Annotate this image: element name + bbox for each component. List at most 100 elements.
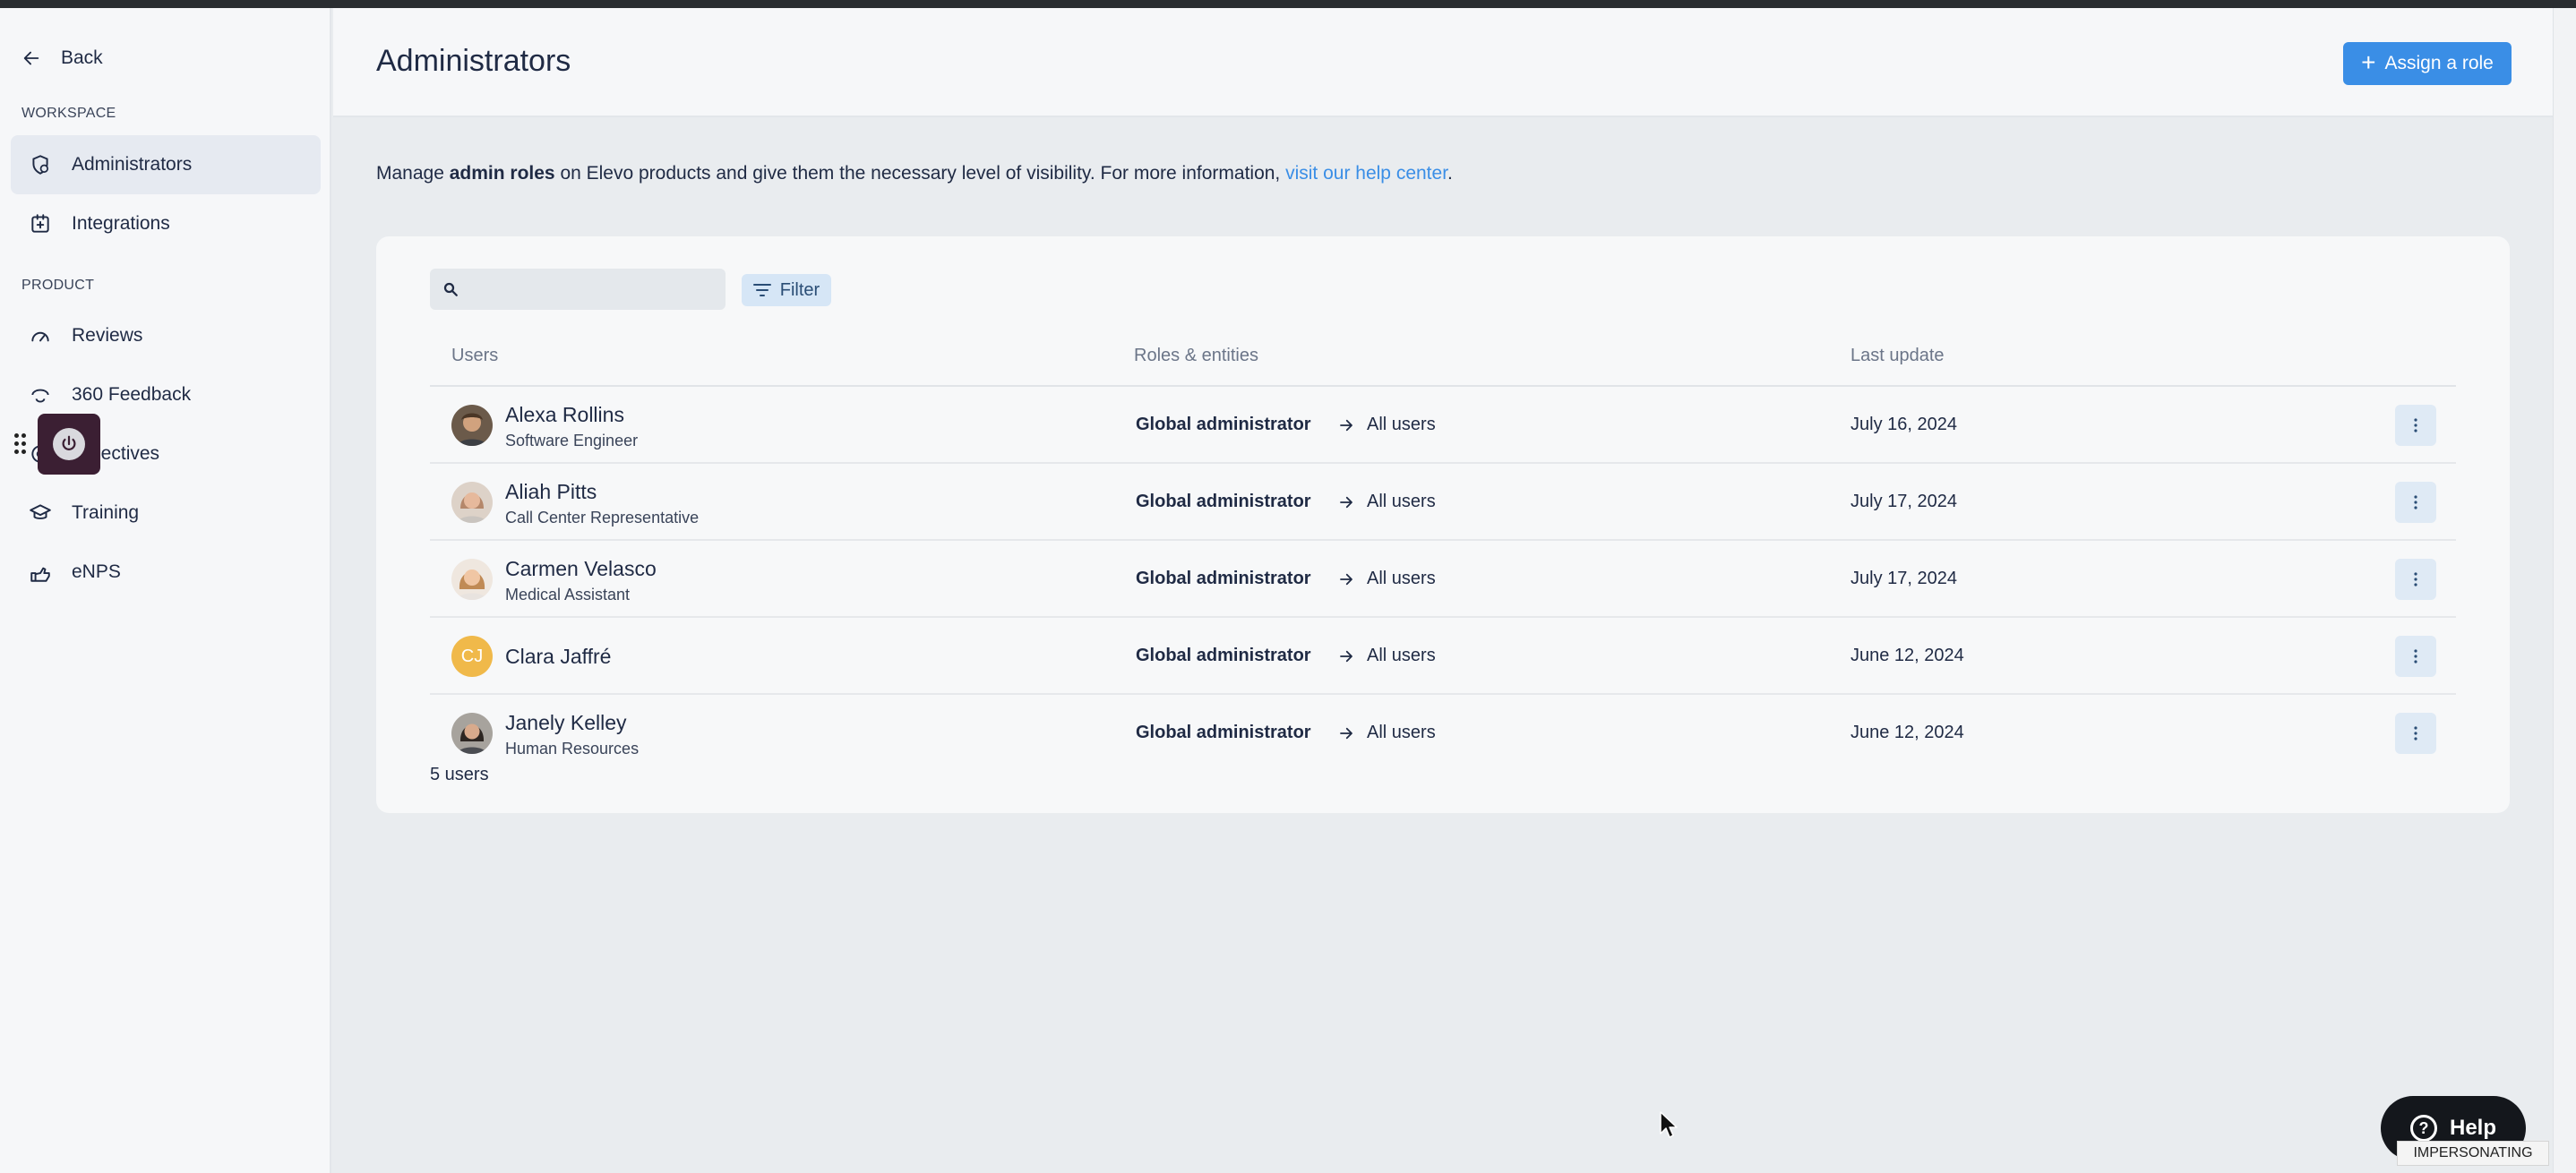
product-section-label: PRODUCT <box>21 278 95 293</box>
role-entity: All users <box>1367 569 1436 588</box>
reviews-icon <box>31 331 49 342</box>
extension-power-widget[interactable] <box>38 414 100 475</box>
search-icon <box>443 282 458 296</box>
user-title: Software Engineer <box>505 432 639 450</box>
user-title: Human Resources <box>505 740 640 758</box>
column-header-last-update: Last update <box>1850 346 1945 365</box>
last-update-date: July 16, 2024 <box>1850 415 1957 434</box>
sidebar-item-label: Administrators <box>72 154 193 175</box>
table-row[interactable]: Carmen Velasco Medical Assistant Global … <box>430 541 2456 618</box>
assign-role-button[interactable]: + Assign a role <box>2343 42 2512 85</box>
table-row[interactable]: Alexa Rollins Software Engineer Global a… <box>430 387 2456 464</box>
window-top-bar <box>0 0 2576 8</box>
impersonating-badge: IMPERSONATING <box>2397 1141 2549 1166</box>
scrollbar[interactable] <box>2553 8 2576 1173</box>
row-menu-button[interactable] <box>2395 636 2436 677</box>
role-entity: All users <box>1367 415 1436 434</box>
sidebar-item-reviews[interactable]: Reviews <box>11 306 321 365</box>
column-header-roles: Roles & entities <box>1134 346 1258 365</box>
sidebar: Back WORKSPACE Administrators Integratio… <box>0 8 331 1173</box>
column-header-users: Users <box>451 346 499 365</box>
sidebar-item-label: Training <box>72 502 140 523</box>
avatar <box>451 405 493 446</box>
user-name: Carmen Velasco <box>505 557 657 580</box>
avatar <box>451 713 493 754</box>
filter-label: Filter <box>779 279 820 300</box>
row-menu-button[interactable] <box>2395 559 2436 600</box>
role-entity: All users <box>1367 646 1436 665</box>
row-menu-button[interactable] <box>2395 713 2436 754</box>
arrow-right-icon <box>1340 496 1352 509</box>
mouse-cursor-icon <box>1660 1111 1678 1138</box>
arrow-left-icon <box>23 51 39 65</box>
sidebar-item-label: eNPS <box>72 561 121 582</box>
intro-middle: on Elevo products and give them the nece… <box>554 163 1286 184</box>
user-name: Clara Jaffré <box>505 645 612 668</box>
sidebar-item-label: Reviews <box>72 325 143 346</box>
more-vertical-icon <box>2414 649 2417 664</box>
user-name: Alexa Rollins <box>505 403 624 426</box>
workspace-section-label: WORKSPACE <box>21 106 116 121</box>
row-menu-button[interactable] <box>2395 405 2436 446</box>
table-row[interactable]: Janely Kelley Human Resources Global adm… <box>430 695 2456 772</box>
power-icon <box>53 428 85 460</box>
table-row[interactable]: CJ Clara Jaffré Global administrator All… <box>430 618 2456 695</box>
row-menu-button[interactable] <box>2395 482 2436 523</box>
arrow-right-icon <box>1340 650 1352 663</box>
role-name: Global administrator <box>1136 646 1311 665</box>
avatar: CJ <box>451 636 493 677</box>
role-name: Global administrator <box>1136 723 1311 742</box>
assign-role-label: Assign a role <box>2384 53 2494 73</box>
plus-icon: + <box>2361 47 2376 76</box>
help-label: Help <box>2449 1116 2496 1140</box>
shield-icon <box>32 155 48 175</box>
administrators-card: Filter Users Roles & entities Last updat… <box>376 236 2510 813</box>
enps-icon <box>30 567 50 582</box>
user-name: Aliah Pitts <box>505 480 597 503</box>
role-name: Global administrator <box>1136 569 1311 588</box>
last-update-date: June 12, 2024 <box>1850 646 1964 665</box>
arrow-right-icon <box>1340 573 1352 586</box>
training-icon <box>30 504 51 519</box>
role-entity: All users <box>1367 492 1436 511</box>
page-header: Administrators + Assign a role <box>333 8 2553 117</box>
filter-button[interactable]: Filter <box>742 274 831 306</box>
role-entity: All users <box>1367 723 1436 742</box>
role-name: Global administrator <box>1136 492 1311 511</box>
user-count: 5 users <box>430 765 489 784</box>
intro-prefix: Manage <box>376 163 450 184</box>
more-vertical-icon <box>2414 572 2417 586</box>
integrations-icon <box>31 214 49 233</box>
sidebar-item-label: Integrations <box>72 213 170 234</box>
table-row[interactable]: Aliah Pitts Call Center Representative G… <box>430 464 2456 541</box>
intro-bold: admin roles <box>449 163 555 184</box>
sidebar-item-label: 360 Feedback <box>72 384 192 405</box>
last-update-date: June 12, 2024 <box>1850 723 1964 742</box>
intro-text: Manage admin roles on Elevo products and… <box>376 163 1453 184</box>
page-title: Administrators <box>376 44 571 78</box>
more-vertical-icon <box>2414 726 2417 741</box>
user-title: Medical Assistant <box>505 586 631 604</box>
arrow-right-icon <box>1340 419 1352 432</box>
last-update-date: July 17, 2024 <box>1850 569 1957 588</box>
filter-icon <box>752 284 771 296</box>
back-label: Back <box>61 47 103 68</box>
feedback-icon <box>31 389 49 403</box>
role-name: Global administrator <box>1136 415 1311 434</box>
last-update-date: July 17, 2024 <box>1850 492 1957 511</box>
sidebar-item-administrators[interactable]: Administrators <box>11 135 321 194</box>
intro-suffix: . <box>1447 163 1453 184</box>
sidebar-item-enps[interactable]: eNPS <box>11 543 321 602</box>
sidebar-item-integrations[interactable]: Integrations <box>11 194 321 253</box>
help-center-link[interactable]: visit our help center <box>1285 163 1447 184</box>
avatar <box>451 482 493 523</box>
back-button[interactable]: Back <box>21 40 103 76</box>
more-vertical-icon <box>2414 495 2417 509</box>
more-vertical-icon <box>2414 418 2417 432</box>
sidebar-item-training[interactable]: Training <box>11 484 321 543</box>
search-input[interactable] <box>430 269 726 310</box>
avatar <box>451 559 493 600</box>
user-name: Janely Kelley <box>505 711 627 734</box>
drag-handle-icon[interactable] <box>14 433 27 455</box>
user-title: Call Center Representative <box>505 509 700 527</box>
